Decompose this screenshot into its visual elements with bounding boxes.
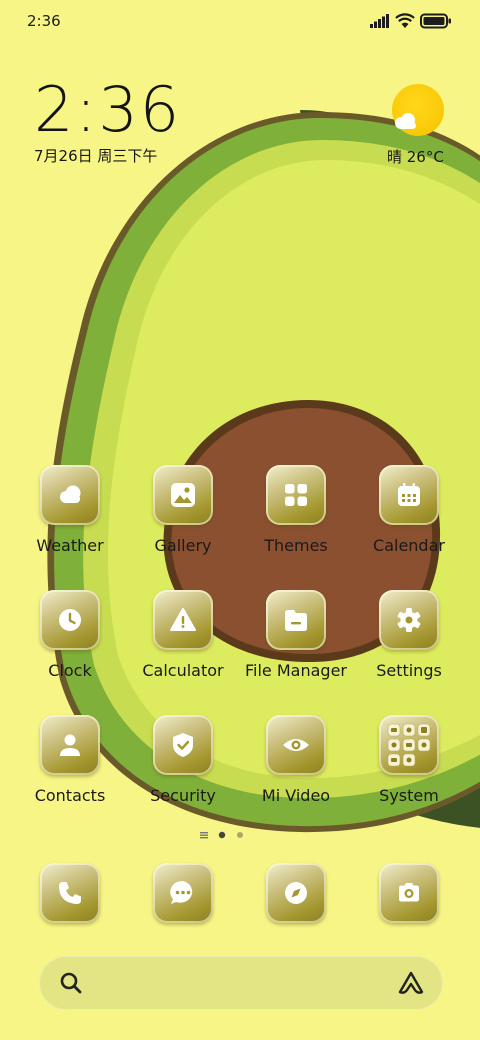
folder-grid-icon xyxy=(387,723,431,767)
app-label: Gallery xyxy=(154,536,212,555)
clock-widget[interactable]: 2:36 7月26日 周三下午 xyxy=(34,78,234,178)
search-icon xyxy=(60,972,82,994)
app-tile xyxy=(153,590,213,650)
app-label: System xyxy=(379,786,439,805)
app-weather[interactable]: Weather xyxy=(20,465,120,565)
camera-icon xyxy=(399,883,419,902)
app-label: Themes xyxy=(264,536,328,555)
folder-icon xyxy=(285,610,307,631)
wifi-icon xyxy=(395,13,415,28)
dock-messages[interactable] xyxy=(153,863,213,923)
app-contacts[interactable]: Contacts xyxy=(20,715,120,815)
gear-icon xyxy=(397,608,421,632)
app-tile xyxy=(266,715,326,775)
app-tile xyxy=(153,863,213,923)
status-time: 2:36 xyxy=(27,12,61,30)
folder-system[interactable]: System xyxy=(359,715,459,815)
phone-icon xyxy=(59,882,81,904)
person-icon xyxy=(60,734,80,756)
app-label: Calculator xyxy=(142,661,224,680)
app-tile xyxy=(379,863,439,923)
app-mi-video[interactable]: Mi Video xyxy=(246,715,346,815)
app-gallery[interactable]: Gallery xyxy=(133,465,233,565)
app-calendar[interactable]: Calendar xyxy=(359,465,459,565)
page-indicator[interactable] xyxy=(196,829,286,841)
list-icon xyxy=(200,832,208,839)
eye-icon xyxy=(283,739,309,751)
app-tile xyxy=(266,465,326,525)
compass-icon xyxy=(285,882,307,904)
app-file-manager[interactable]: File Manager xyxy=(245,590,347,690)
weather-cloud-icon xyxy=(60,485,81,503)
app-label: Clock xyxy=(48,661,92,680)
search-bar[interactable] xyxy=(39,956,443,1010)
calendar-icon xyxy=(398,483,420,506)
app-label: Settings xyxy=(376,661,442,680)
battery-icon xyxy=(420,13,451,29)
app-tile xyxy=(379,590,439,650)
app-label: Weather xyxy=(36,536,104,555)
app-tile xyxy=(40,715,100,775)
dock-phone[interactable] xyxy=(40,863,100,923)
app-label: Mi Video xyxy=(261,786,331,805)
chat-icon xyxy=(170,880,193,904)
themes-grid-icon xyxy=(285,484,307,506)
page-dot-active xyxy=(218,831,226,839)
gallery-icon xyxy=(171,483,195,507)
dock-browser[interactable] xyxy=(266,863,326,923)
app-tile xyxy=(40,590,100,650)
weather-widget[interactable]: 晴 26°C xyxy=(380,82,460,172)
shield-check-icon xyxy=(173,733,193,757)
weather-text: 晴 26°C xyxy=(387,148,444,166)
calculator-icon xyxy=(170,608,196,631)
assistant-icon[interactable] xyxy=(397,969,425,997)
app-tile xyxy=(40,863,100,923)
clock-icon xyxy=(59,609,81,631)
status-bar: 2:36 xyxy=(0,0,480,42)
app-label: Security xyxy=(150,786,216,805)
dock-camera[interactable] xyxy=(379,863,439,923)
status-icons xyxy=(364,12,454,30)
app-calculator[interactable]: Calculator xyxy=(133,590,233,690)
page-dot xyxy=(237,832,243,838)
app-label: Calendar xyxy=(373,536,445,555)
app-label: Contacts xyxy=(34,786,106,805)
cloud-icon xyxy=(395,113,416,129)
app-tile xyxy=(379,715,439,775)
app-tile xyxy=(379,465,439,525)
app-settings[interactable]: Settings xyxy=(359,590,459,690)
signal-icon xyxy=(370,14,389,28)
app-tile xyxy=(266,590,326,650)
app-label: File Manager xyxy=(245,661,347,680)
clock-date: 7月26日 周三下午 xyxy=(34,147,158,165)
app-tile xyxy=(153,715,213,775)
app-tile xyxy=(153,465,213,525)
app-security[interactable]: Security xyxy=(133,715,233,815)
app-tile xyxy=(40,465,100,525)
app-themes[interactable]: Themes xyxy=(246,465,346,565)
clock-time: 2:36 xyxy=(34,73,182,146)
app-tile xyxy=(266,863,326,923)
app-clock[interactable]: Clock xyxy=(20,590,120,690)
